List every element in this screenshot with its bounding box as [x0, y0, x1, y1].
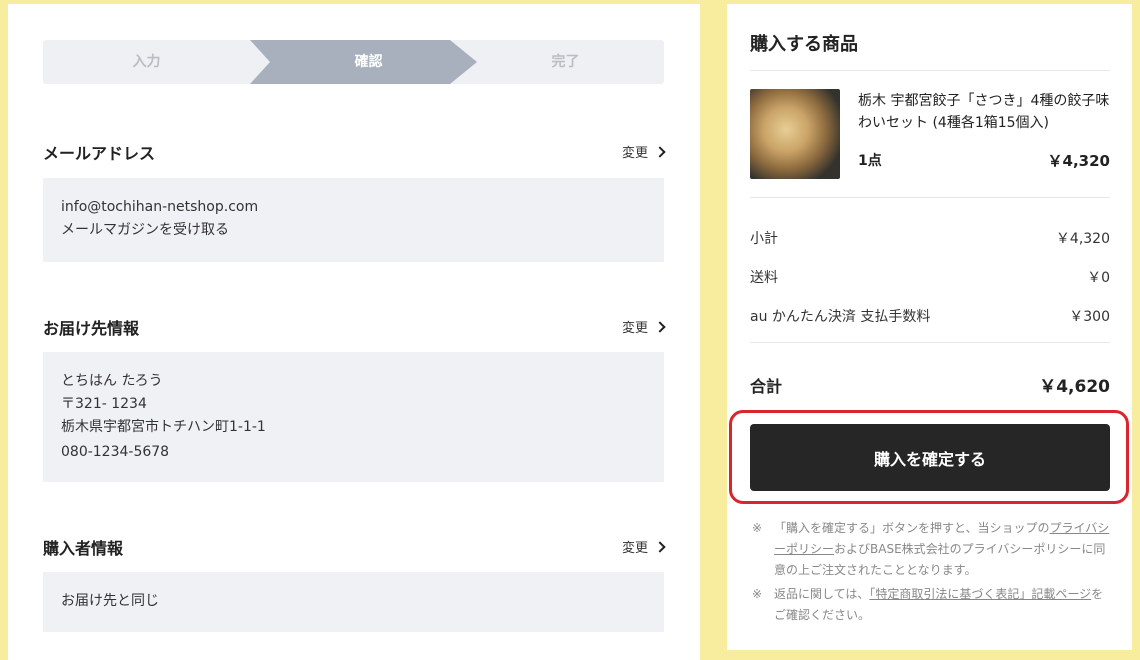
payment-fee-value: ￥300: [1069, 309, 1110, 325]
note-mark: ※: [752, 521, 763, 535]
step-confirm-label: 確認: [354, 54, 383, 70]
shipping-fee-row: 送料 ￥0: [750, 267, 1110, 287]
email-change-label: 変更: [621, 146, 648, 161]
returns-note-pre: 返品に関しては、: [774, 587, 870, 601]
email-section-title: メールアドレス: [43, 144, 156, 163]
step-confirm: 確認: [250, 40, 477, 84]
subtotal-row: 小計 ￥4,320: [750, 228, 1110, 248]
privacy-note: ※ 「購入を確定する」ボタンを押すと、当ショップのプライバシーポリシーおよびBA…: [752, 518, 1112, 581]
product-price: ￥4,320: [1047, 152, 1110, 170]
chevron-right-icon: [654, 145, 666, 158]
step-input: 入力: [132, 54, 161, 70]
returns-note-text: 返品に関しては、「特定商取引法に基づく表記」記載ページをご確認ください。: [774, 584, 1112, 626]
phone-number: 080-1234-5678: [61, 444, 170, 460]
buyer-change-label: 変更: [621, 541, 648, 556]
cart-title: 購入する商品: [750, 34, 858, 55]
divider: [750, 197, 1110, 198]
divider: [750, 70, 1110, 71]
email-address: info@tochihan-netshop.com: [61, 199, 259, 215]
privacy-note-pre: 「購入を確定する」ボタンを押すと、当ショップの: [774, 521, 1050, 535]
step-complete: 完了: [551, 54, 580, 70]
checkout-stepper: 入力 確認 完了: [43, 40, 664, 84]
divider: [750, 342, 1110, 343]
returns-note: ※ 返品に関しては、「特定商取引法に基づく表記」記載ページをご確認ください。: [752, 584, 1112, 626]
confirm-purchase-button[interactable]: 購入を確定する: [750, 424, 1110, 491]
payment-fee-row: au かんたん決済 支払手数料 ￥300: [750, 306, 1110, 326]
product-quantity: 1点: [858, 153, 882, 169]
product-name: 栃木 宇都宮餃子「さつき」4種の餃子味わいセット (4種各1箱15個入): [858, 93, 1110, 131]
buyer-info: お届け先と同じ: [61, 593, 159, 609]
shipping-section-header: お届け先情報 変更: [43, 315, 666, 339]
order-details-panel: 入力 確認 完了 メールアドレス 変更 info@tochihan-netsho…: [8, 4, 700, 660]
chevron-right-icon: [654, 320, 666, 333]
shipping-address: 栃木県宇都宮市トチハン町1-1-1: [61, 419, 266, 435]
shipping-change-link[interactable]: 変更: [621, 317, 666, 336]
email-info-box: info@tochihan-netshop.com メールマガジンを受け取る: [43, 178, 664, 262]
subtotal-value: ￥4,320: [1055, 231, 1110, 247]
postal-code: 〒321- 1234: [61, 396, 147, 412]
total-value: ￥4,620: [1039, 377, 1110, 397]
commercial-law-link[interactable]: 「特定商取引法に基づく表記」記載ページ: [869, 587, 1091, 601]
email-change-link[interactable]: 変更: [621, 142, 666, 161]
product-image: [750, 89, 840, 179]
cart-summary-panel: 購入する商品 栃木 宇都宮餃子「さつき」4種の餃子味わいセット (4種各1箱15…: [727, 4, 1132, 650]
buyer-section-title: 購入者情報: [43, 539, 124, 558]
subtotal-label: 小計: [750, 231, 778, 247]
newsletter-optin: メールマガジンを受け取る: [61, 222, 229, 238]
privacy-note-text: 「購入を確定する」ボタンを押すと、当ショップのプライバシーポリシーおよびBASE…: [774, 518, 1112, 581]
note-mark: ※: [752, 587, 763, 601]
total-row: 合計 ￥4,620: [750, 373, 1110, 397]
recipient-name: とちはん たろう: [61, 373, 163, 389]
shipping-fee-value: ￥0: [1087, 270, 1110, 286]
email-section-header: メールアドレス 変更: [43, 140, 666, 164]
buyer-section-header: 購入者情報 変更: [43, 535, 666, 559]
chevron-right-icon: [654, 540, 666, 553]
shipping-info-box: とちはん たろう 〒321- 1234 栃木県宇都宮市トチハン町1-1-1 08…: [43, 352, 664, 482]
shipping-fee-label: 送料: [750, 270, 778, 286]
shipping-change-label: 変更: [621, 321, 648, 336]
total-label: 合計: [750, 377, 783, 396]
shipping-section-title: お届け先情報: [43, 319, 140, 338]
buyer-change-link[interactable]: 変更: [621, 537, 666, 556]
payment-fee-label: au かんたん決済 支払手数料: [750, 309, 931, 325]
buyer-info-box: お届け先と同じ: [43, 572, 664, 632]
